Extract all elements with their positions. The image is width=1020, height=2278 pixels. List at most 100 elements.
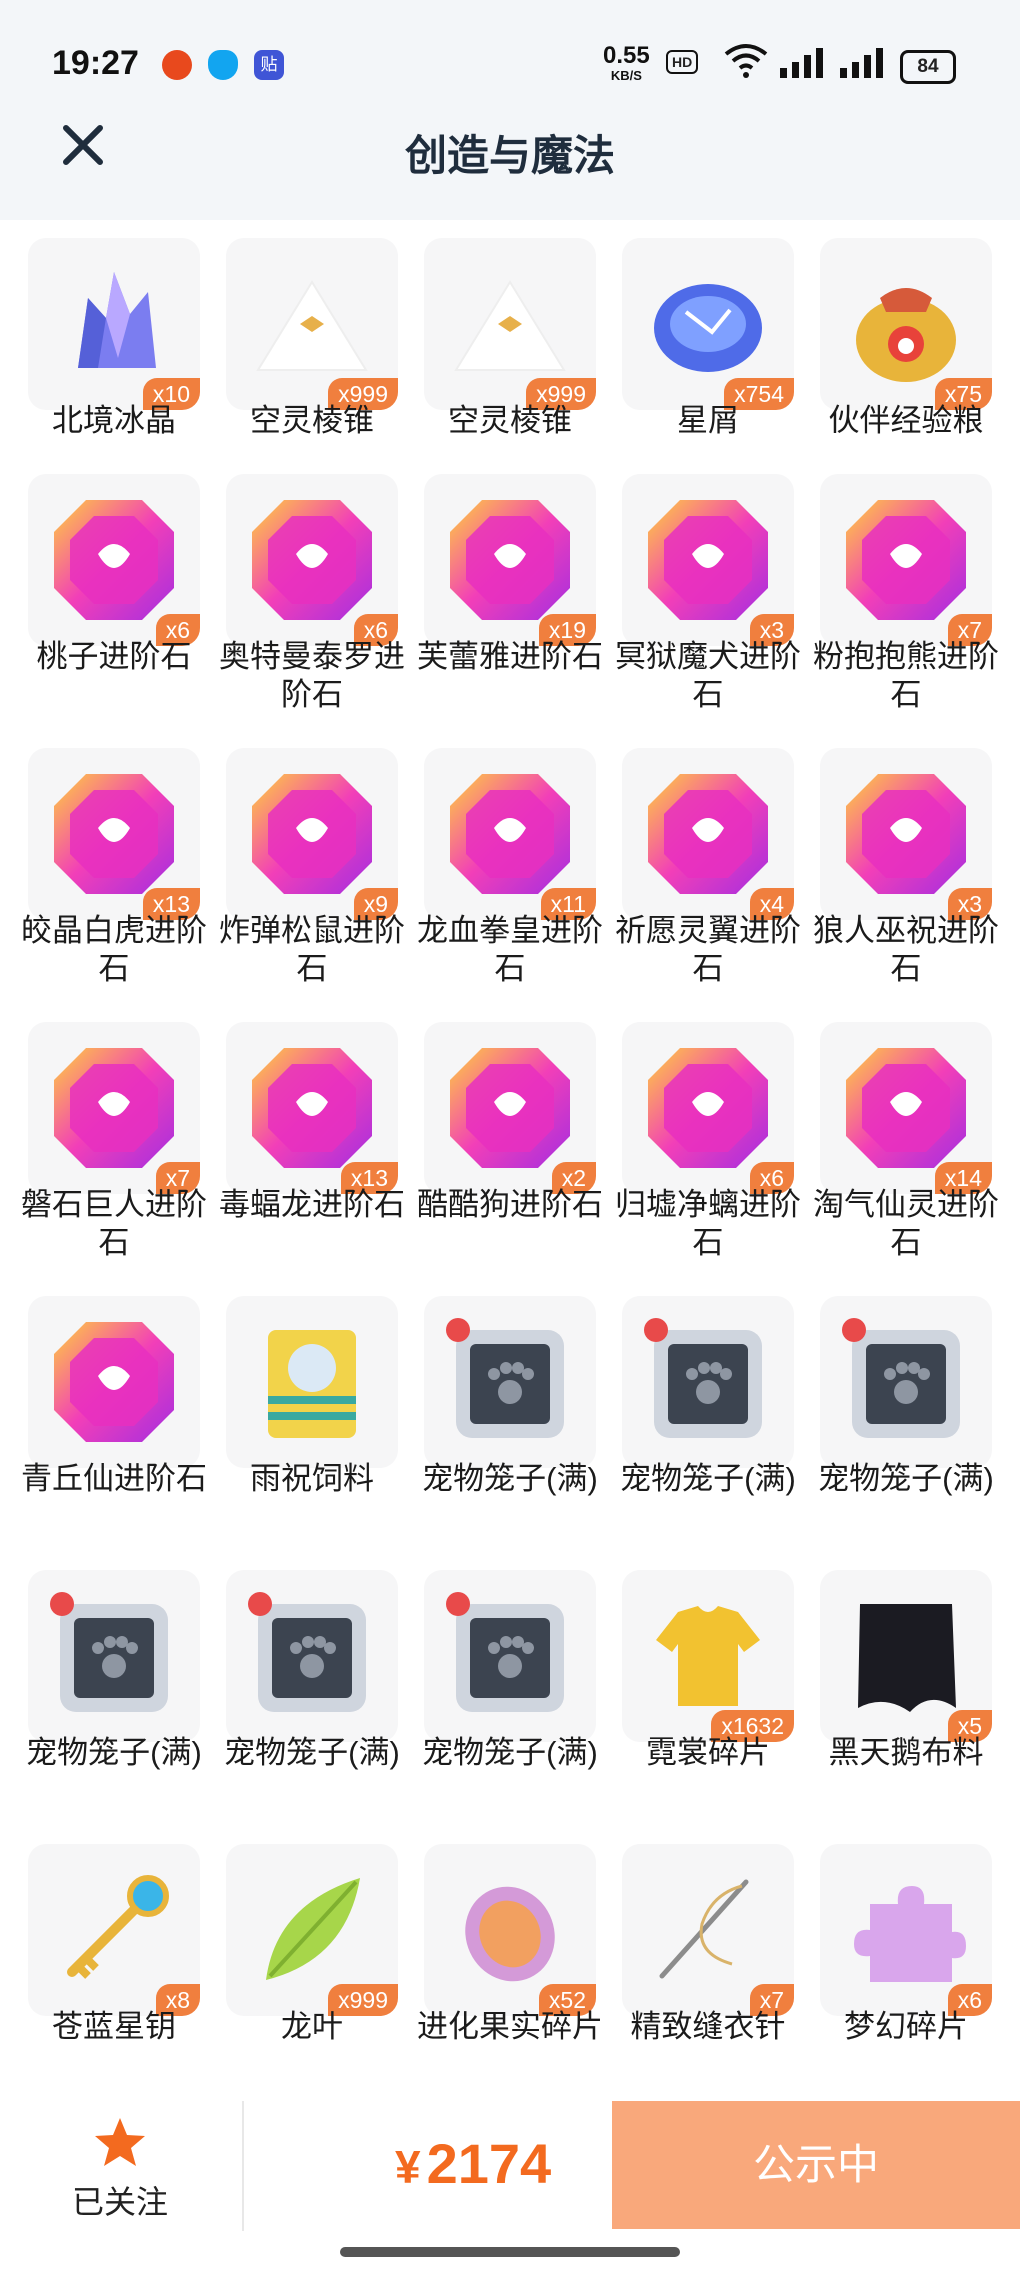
gem-icon	[846, 774, 966, 894]
pyramid-icon	[454, 280, 566, 371]
item-thumbnail: x999	[424, 238, 596, 410]
item-name: 青丘仙进阶石	[21, 1461, 207, 1496]
item-thumbnail	[820, 1296, 992, 1468]
item-name: 精致缝衣针	[630, 2009, 786, 2044]
item-name: 进化果实碎片	[417, 2009, 603, 2044]
item-thumbnail: x6	[226, 474, 398, 646]
puzzle-icon	[854, 1886, 966, 1982]
item-name: 苍蓝星钥	[52, 2009, 176, 2044]
item-thumbnail	[28, 1570, 200, 1742]
item-thumbnail	[622, 1296, 794, 1468]
item-thumbnail: x6	[28, 474, 200, 646]
gem-icon	[450, 500, 570, 620]
divider	[242, 2101, 244, 2231]
pet-cage-icon	[446, 1592, 564, 1712]
item-name: 星屑	[677, 403, 739, 438]
leaf-icon	[266, 1878, 360, 1980]
signal-icon-2	[840, 48, 883, 78]
pet-cage-icon	[446, 1318, 564, 1438]
pet-cage-icon	[50, 1592, 168, 1712]
item-name: 毒蝠龙进阶石	[219, 1187, 405, 1222]
item-name: 北境冰晶	[52, 403, 176, 438]
network-speed: 0.55 KB/S	[603, 44, 650, 86]
item-name: 宠物笼子(满)	[620, 1461, 796, 1496]
item-thumbnail	[226, 1570, 398, 1742]
item-name: 龙叶	[281, 2009, 343, 2044]
item-thumbnail: x6	[820, 1844, 992, 2016]
currency-symbol: ¥	[395, 2141, 421, 2193]
gem-icon	[54, 1048, 174, 1168]
gem-icon	[252, 500, 372, 620]
item-thumbnail: x3	[820, 748, 992, 920]
item-name: 伙伴经验粮	[828, 403, 984, 438]
feed-bag-icon	[268, 1330, 356, 1438]
item-name: 龙血拳皇进阶石	[417, 913, 603, 986]
item-thumbnail: x19	[424, 474, 596, 646]
item-thumbnail: x13	[226, 1022, 398, 1194]
gem-icon	[648, 1048, 768, 1168]
item-name: 粉抱抱熊进阶石	[813, 639, 999, 712]
gem-icon	[54, 774, 174, 894]
item-name: 霓裳碎片	[646, 1735, 770, 1770]
item-name: 炸弹松鼠进阶石	[219, 913, 405, 986]
item-thumbnail: x7	[28, 1022, 200, 1194]
item-thumbnail: x75	[820, 238, 992, 410]
pyramid-icon	[256, 280, 368, 371]
item-thumbnail: x999	[226, 1844, 398, 2016]
gem-icon	[648, 774, 768, 894]
item-name: 酷酷狗进阶石	[417, 1187, 603, 1222]
item-thumbnail: x754	[622, 238, 794, 410]
star-icon	[95, 2118, 145, 2166]
tieba-icon: 贴	[254, 50, 284, 80]
speed-value: 0.55	[603, 42, 650, 69]
item-thumbnail: x5	[820, 1570, 992, 1742]
item-name: 宠物笼子(满)	[422, 1735, 598, 1770]
gem-icon	[450, 774, 570, 894]
item-thumbnail	[424, 1570, 596, 1742]
item-thumbnail: x6	[622, 1022, 794, 1194]
gem-icon	[846, 1048, 966, 1168]
app-icon-1	[162, 50, 192, 80]
item-name: 皎晶白虎进阶石	[21, 913, 207, 986]
key-icon	[67, 1875, 169, 1979]
qq-icon	[208, 50, 238, 80]
follow-button[interactable]: 已关注	[60, 2115, 180, 2235]
item-name: 雨祝饲料	[250, 1461, 374, 1496]
item-name: 冥狱魔犬进阶石	[615, 639, 801, 712]
home-indicator[interactable]	[340, 2247, 680, 2257]
hd-icon: HD	[666, 50, 699, 74]
gem-icon	[54, 1322, 174, 1442]
item-name: 桃子进阶石	[36, 639, 192, 674]
pet-cage-icon	[842, 1318, 960, 1438]
item-name: 祈愿灵翼进阶石	[615, 913, 801, 986]
item-name: 空灵棱锥	[448, 403, 572, 438]
needle-icon	[659, 1879, 749, 1979]
status-time: 19:27	[52, 44, 139, 82]
item-name: 狼人巫祝进阶石	[813, 913, 999, 986]
wifi-icon	[724, 44, 768, 78]
page-title: 创造与魔法	[404, 132, 615, 179]
gem-icon	[450, 1048, 570, 1168]
item-thumbnail: x9	[226, 748, 398, 920]
status-button[interactable]: 公示中	[612, 2101, 1020, 2229]
status-bar: 19:27 贴 0.55 KB/S HD 84	[0, 0, 1020, 130]
pet-cage-icon	[644, 1318, 762, 1438]
fruit-slice-icon	[465, 1886, 555, 1982]
stardust-icon	[654, 284, 762, 372]
shirt-icon	[656, 1606, 760, 1706]
item-name: 宠物笼子(满)	[224, 1735, 400, 1770]
pet-cage-icon	[248, 1592, 366, 1712]
item-thumbnail: x10	[28, 238, 200, 410]
signal-icon	[780, 48, 823, 78]
item-name: 淘气仙灵进阶石	[813, 1187, 999, 1260]
speed-unit: KB/S	[610, 68, 642, 83]
food-bag-icon	[856, 288, 956, 382]
item-thumbnail: x8	[28, 1844, 200, 2016]
item-name: 黑天鹅布料	[828, 1735, 984, 1770]
item-name: 宠物笼子(满)	[422, 1461, 598, 1496]
top-area: 19:27 贴 0.55 KB/S HD 84 创造与魔法	[0, 0, 1020, 220]
item-thumbnail: x999	[226, 238, 398, 410]
item-thumbnail: x7	[622, 1844, 794, 2016]
item-thumbnail: x52	[424, 1844, 596, 2016]
gem-icon	[252, 774, 372, 894]
